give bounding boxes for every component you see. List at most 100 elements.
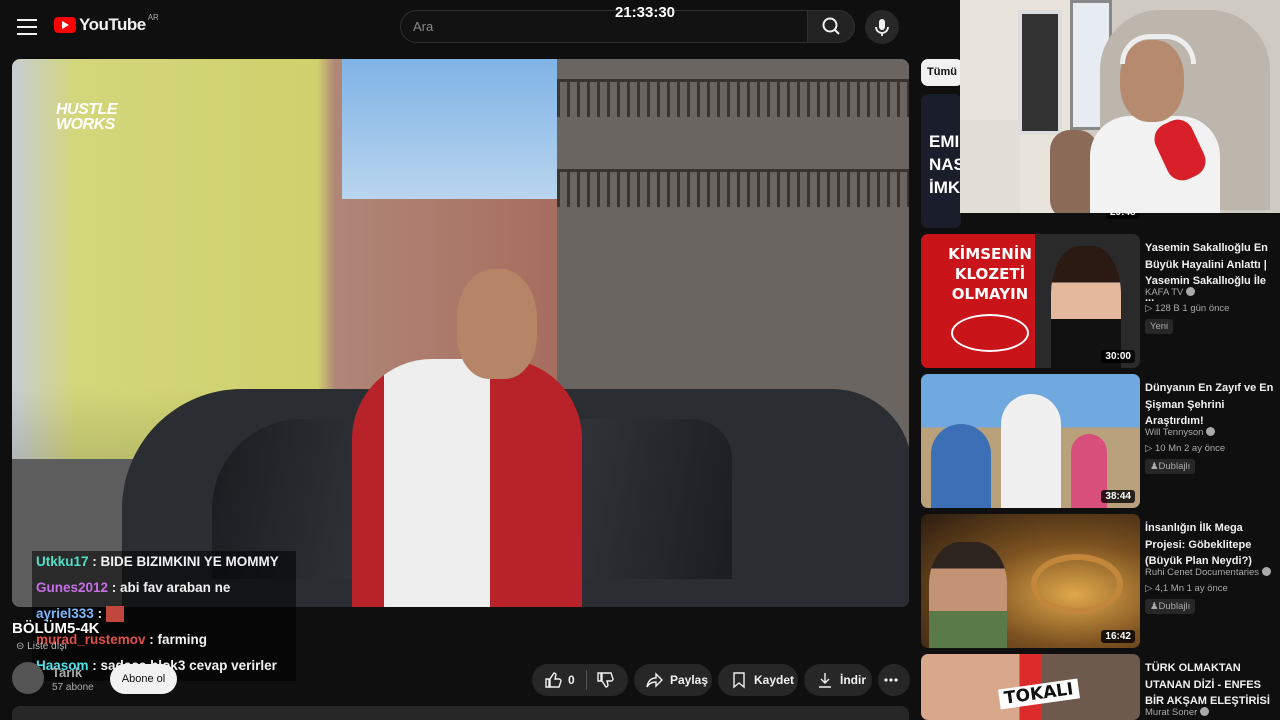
webcam-shelf [960, 120, 1020, 213]
voice-search-button[interactable] [865, 10, 899, 44]
stream-clock: 21:33:30 [614, 4, 676, 21]
download-button[interactable]: İndir [804, 664, 872, 696]
save-label: Kaydet [754, 673, 795, 687]
dubbed-icon: ♟ [1150, 601, 1159, 612]
video-meta: ▷ 128 B 1 gün önce [1145, 303, 1230, 314]
video-building [557, 59, 909, 439]
video-person [352, 269, 582, 607]
thumbnail-oval [951, 314, 1029, 352]
chat-text: : abi fav araban ne [108, 580, 231, 595]
description-box[interactable] [12, 706, 909, 720]
video-thumbnail: 16:42 [921, 514, 1140, 648]
dubbed-badge: ♟Dublajlı [1145, 599, 1196, 614]
microphone-icon [875, 19, 889, 36]
dubbed-icon: ♟ [1150, 461, 1159, 472]
save-button[interactable]: Kaydet [718, 664, 798, 696]
channel-name[interactable]: KAFA TV [1145, 287, 1196, 298]
search-button[interactable] [807, 10, 855, 43]
video-overlay-logo: HUSTLE WORKS [56, 101, 118, 133]
balcony [557, 79, 909, 117]
video-thumbnail: KİMSENİN KLOZETİ OLMAYIN 30:00 [921, 234, 1140, 368]
chat-text: : [93, 606, 103, 621]
more-icon [884, 678, 898, 682]
subscriber-count: 57 abone [52, 682, 94, 693]
person-head [457, 269, 537, 379]
video-meta: ▷ 10 Mn 2 ay önce [1145, 443, 1226, 454]
bookmark-icon [733, 672, 745, 689]
recommendation-item[interactable]: KİMSENİN KLOZETİ OLMAYIN 30:00 Yasemin S… [921, 234, 1280, 368]
thumbs-down-icon [596, 672, 614, 688]
channel-name[interactable]: Tarık [52, 665, 82, 680]
channel-name[interactable]: Ruhi Cenet Documentaries [1145, 567, 1272, 578]
video-thumbnail: 38:44 [921, 374, 1140, 508]
verified-icon [1262, 567, 1272, 576]
chip-all[interactable]: Tümü [921, 59, 963, 86]
chat-user: ayriel333 [36, 606, 94, 621]
thumbnail-text: KİMSENİN KLOZETİ OLMAYIN [948, 245, 1032, 303]
youtube-play-icon [54, 17, 76, 33]
recommendation-item[interactable]: 38:44 Dünyanın En Zayıf ve En Şişman Şeh… [921, 374, 1280, 508]
video-duration: 16:42 [1101, 630, 1135, 643]
thumbnail-text: EMI NAS İMKA [929, 132, 961, 197]
video-title[interactable]: Dünyanın En Zayıf ve En Şişman Şehrini A… [1145, 380, 1275, 430]
visibility-label: ⊝ Liste dışı [16, 641, 67, 652]
channel-name-text: Murat Soner [1145, 707, 1198, 718]
chat-user: Utkku17 [36, 554, 89, 569]
menu-icon[interactable] [14, 14, 40, 40]
video-duration: 30:00 [1101, 350, 1135, 363]
video-title[interactable]: TÜRK OLMAKTAN UTANAN DİZİ - ENFES BİR AK… [1145, 660, 1275, 710]
like-dislike-group: 0 [532, 664, 628, 696]
channel-name[interactable]: Murat Soner [1145, 707, 1210, 718]
video-title[interactable]: İnsanlığın İlk Mega Projesi: Göbeklitepe… [1145, 520, 1275, 570]
like-count: 0 [568, 673, 575, 687]
verified-icon [1206, 427, 1216, 436]
top-bar: YouTube AR 21:33:30 [0, 0, 960, 56]
thumbnail-text: TOKALI [997, 678, 1080, 710]
download-label: İndir [840, 673, 866, 687]
badge-text: Dublajlı [1158, 601, 1191, 612]
chat-text: : farming [145, 632, 208, 647]
chat-user: Gunes2012 [36, 580, 109, 595]
visibility-text: Liste dışı [27, 641, 68, 652]
video-meta: ▷ 4,1 Mn 1 ay önce [1145, 583, 1228, 594]
video-sky [342, 59, 572, 199]
dislike-button[interactable] [587, 664, 628, 696]
thumbnail-person [1001, 394, 1061, 508]
video-thumbnail: TOKALI [921, 654, 1140, 720]
channel-name-text: KAFA TV [1145, 287, 1184, 298]
chat-text: : BIDE BIZIMKINI YE MOMMY [88, 554, 279, 569]
video-duration: 38:44 [1101, 490, 1135, 503]
link-icon: ⊝ [16, 641, 28, 652]
recommendation-item[interactable]: TOKALI TÜRK OLMAKTAN UTANAN DİZİ - ENFES… [921, 654, 1280, 720]
share-label: Paylaş [670, 673, 709, 687]
youtube-logo[interactable]: YouTube AR [54, 12, 159, 35]
thumbnail-person [929, 542, 1007, 648]
chat-message: Gunes2012 : abi fav araban ne [32, 577, 296, 603]
recommendation-item[interactable]: 16:42 İnsanlığın İlk Mega Projesi: Göbek… [921, 514, 1280, 648]
country-code: AR [147, 12, 159, 22]
streamer-webcam [960, 0, 1280, 213]
dubbed-badge: ♟Dublajlı [1145, 459, 1196, 474]
logo-text: YouTube [79, 15, 146, 34]
person-jacket [352, 359, 582, 607]
subscribe-button[interactable]: Abone ol [110, 664, 177, 694]
channel-avatar[interactable] [12, 662, 44, 694]
share-icon [646, 672, 663, 688]
stream-chat: Utkku17 : BIDE BIZIMKINI YE MOMMY Gunes2… [32, 551, 296, 681]
verified-icon [1186, 287, 1196, 296]
chat-message: Utkku17 : BIDE BIZIMKINI YE MOMMY [32, 551, 296, 577]
more-actions-button[interactable] [878, 664, 910, 696]
share-button[interactable]: Paylaş [634, 664, 712, 696]
badge-text: Dublajlı [1158, 461, 1191, 472]
new-badge: Yeni [1145, 319, 1174, 334]
channel-name[interactable]: Will Tennyson [1145, 427, 1216, 438]
channel-name-text: Ruhi Cenet Documentaries [1145, 567, 1260, 578]
video-title: BÖLÜM5-4K [12, 620, 100, 637]
thumbnail-stone-ring [1031, 554, 1123, 614]
search-icon [822, 17, 840, 35]
thumbnail-person [931, 424, 991, 508]
chat-emote-icon [106, 606, 125, 623]
video-thumbnail: EMI NAS İMKA [921, 94, 961, 228]
video-player[interactable]: HUSTLE WORKS [12, 59, 909, 607]
like-button[interactable]: 0 [532, 664, 586, 696]
